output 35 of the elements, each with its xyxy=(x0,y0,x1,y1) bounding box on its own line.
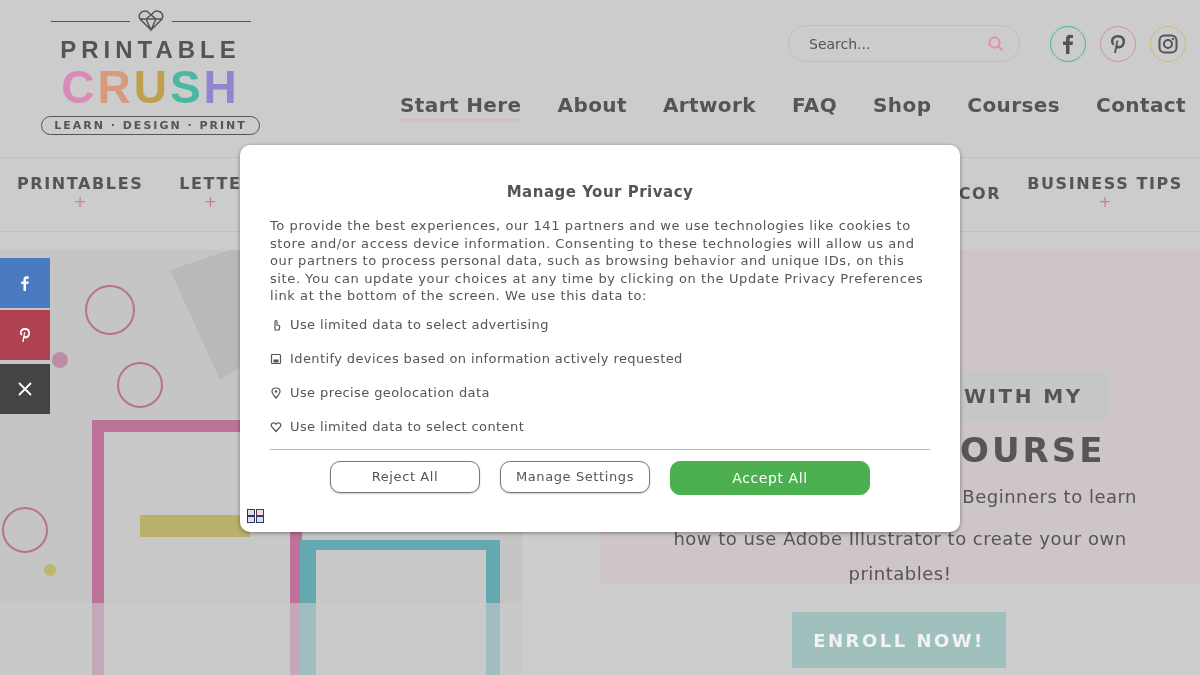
pinterest-icon xyxy=(17,327,33,343)
nav-link[interactable]: Courses xyxy=(967,93,1061,122)
category-link[interactable]: COR xyxy=(958,184,1002,203)
nav-link[interactable]: Contact xyxy=(1096,93,1186,122)
location-pin-icon xyxy=(270,386,282,399)
hero-eyebrow: WITH MY xyxy=(960,372,1109,420)
pinterest-share-button[interactable] xyxy=(0,310,50,360)
search-field[interactable]: Search... xyxy=(788,25,1020,62)
nav-link[interactable]: Artwork xyxy=(662,93,756,122)
hero-text: how to use Adobe Illustrator to create your own xyxy=(673,527,1127,551)
accept-button[interactable]: Accept All xyxy=(670,460,870,495)
hero-text: printables! xyxy=(848,562,952,586)
logo-wordmark[interactable]: PRINTABLE xyxy=(60,36,241,64)
purpose-text: Use limited data to select content xyxy=(290,417,525,436)
hero-text: Beginners to learn xyxy=(962,485,1137,509)
hero-heading: OURSE xyxy=(960,430,1106,470)
purpose-text: Use precise geolocation data xyxy=(290,383,490,402)
heart-icon xyxy=(270,420,282,433)
x-icon xyxy=(17,381,33,397)
dialog-title: Manage Your Privacy xyxy=(505,183,695,201)
dialog-button[interactable]: Reject All xyxy=(330,460,480,493)
dialog-text: To provide the best experiences, our 141 partners and we use technologies like cookies to store and/or access device information. Consenting to these technologies will allow us and our partners to process personal data, such as browsing behavior and unique IDs, on this site. You can update your choices at any time by clicking on the Update Privacy Preferences link at the bottom of the screen. We use this data to: xyxy=(270,217,925,305)
x-share-button[interactable] xyxy=(0,364,50,414)
nav-link[interactable]: About xyxy=(557,93,627,122)
purpose-text: Use limited data to select advertising xyxy=(290,315,549,334)
category-link[interactable]: BUSINESS TIPS xyxy=(1027,174,1183,193)
dialog-button[interactable]: Manage Settings xyxy=(500,460,650,493)
purpose-text: Identify devices based on information actively requested xyxy=(290,349,683,368)
nav-link[interactable]: Shop xyxy=(873,93,932,122)
consent-logo-icon[interactable] xyxy=(247,509,264,523)
category-link[interactable]: PRINTABLES xyxy=(17,174,144,193)
category-link[interactable]: LETTE xyxy=(179,174,242,193)
nav-link[interactable]: FAQ xyxy=(792,93,838,122)
heart-logo-icon xyxy=(137,10,164,32)
nav-link[interactable]: Start Here xyxy=(399,93,522,122)
